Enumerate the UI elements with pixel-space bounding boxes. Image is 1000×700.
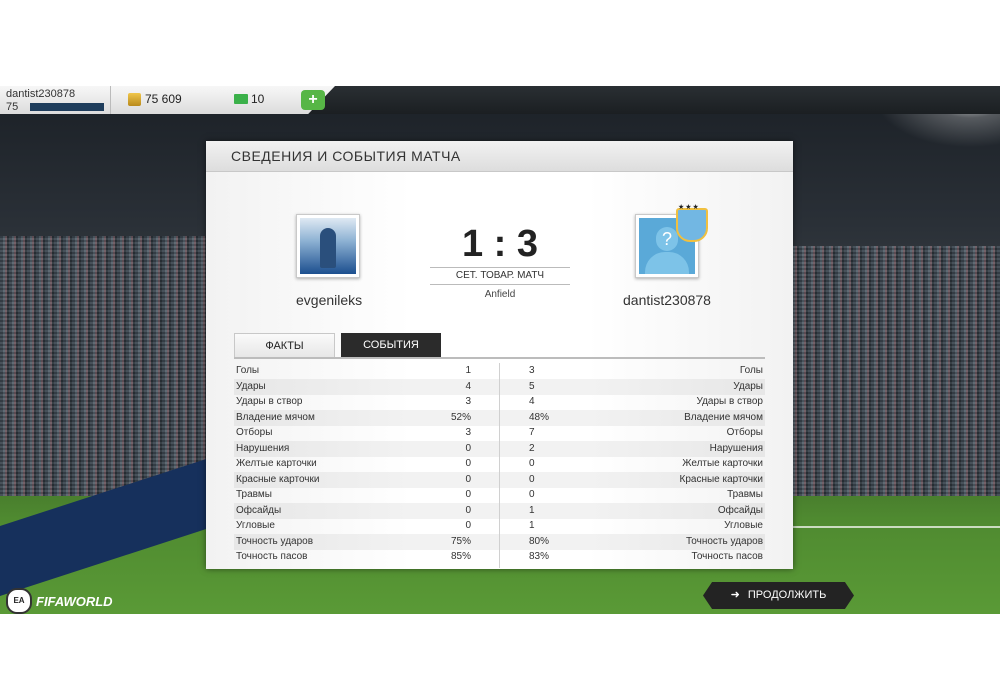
stat-value-home: 3: [465, 396, 471, 407]
stat-value-away: 83%: [529, 551, 550, 562]
xp-bar: [30, 103, 104, 111]
coins-value: 75 609: [145, 92, 182, 106]
stat-value-home: 0: [465, 473, 471, 485]
arrow-right-icon: ➜: [730, 589, 740, 601]
stat-value-away: 2: [529, 442, 535, 454]
stat-label-left: Желтые карточки: [236, 458, 317, 469]
stat-value-home: 0: [465, 504, 471, 516]
stat-label-left: Офсайды: [236, 504, 282, 516]
coins-balance: 75 609: [128, 92, 182, 106]
panel-title: СВЕДЕНИЯ И СОБЫТИЯ МАТЧА: [231, 148, 461, 164]
match-type: СЕТ. ТОВАР. МАТЧ: [430, 267, 570, 285]
stat-value-away: 1: [529, 504, 535, 516]
stat-label-right: Желтые карточки: [682, 458, 763, 469]
stat-label-right: Красные карточки: [679, 473, 763, 485]
points-value: 10: [251, 92, 265, 106]
user-info[interactable]: dantist230878 75: [0, 86, 111, 114]
tab-events[interactable]: СОБЫТИЯ: [341, 333, 441, 357]
stat-label-left: Точность ударов: [236, 535, 314, 547]
stat-label-left: Удары: [236, 380, 266, 392]
continue-label: ПРОДОЛЖИТЬ: [747, 589, 827, 601]
stadium-name: Anfield: [484, 289, 516, 300]
home-avatar-image: [300, 218, 356, 274]
stat-value-home: 4: [465, 380, 471, 392]
stat-label-left: Нарушения: [236, 442, 290, 454]
tab-underline: [234, 357, 765, 359]
user-level: 75: [6, 101, 19, 113]
club-crest-icon: [676, 208, 708, 242]
stat-value-home: 0: [465, 520, 471, 531]
player-figure: [320, 228, 336, 268]
stat-label-right: Угловые: [724, 520, 763, 531]
stat-value-away: 1: [529, 520, 535, 531]
stat-value-home: 52%: [450, 411, 471, 423]
stat-value-away: 80%: [529, 535, 550, 547]
home-player-name: evgenileks: [296, 292, 363, 308]
stats-divider: [499, 363, 500, 568]
stat-label-left: Голы: [236, 365, 260, 376]
panel-header: СВЕДЕНИЯ И СОБЫТИЯ МАТЧА: [206, 141, 793, 172]
stat-label-right: Травмы: [727, 489, 763, 500]
stat-label-left: Удары в створ: [236, 396, 303, 407]
stat-value-away: 48%: [529, 411, 550, 423]
stat-label-right: Удары в створ: [696, 396, 764, 407]
stat-label-right: Нарушения: [709, 442, 763, 454]
stat-label-right: Точность пасов: [691, 551, 764, 562]
crowd-stand-right: [790, 246, 1000, 496]
stat-value-away: 0: [529, 458, 535, 469]
stat-label-right: Владение мячом: [684, 411, 763, 423]
stat-value-home: 1: [465, 365, 471, 376]
ea-sports-icon: EA: [6, 588, 32, 614]
stat-value-away: 0: [529, 473, 535, 485]
stat-value-away: 3: [529, 365, 535, 376]
continue-button[interactable]: ➜ ПРОДОЛЖИТЬ: [703, 582, 854, 609]
stat-label-left: Владение мячом: [236, 411, 315, 423]
stat-value-home: 0: [465, 442, 471, 454]
away-player-name: dantist230878: [623, 292, 711, 308]
stat-value-home: 85%: [450, 551, 471, 562]
stat-value-away: 5: [529, 380, 535, 392]
coin-icon: [128, 92, 141, 106]
stat-value-home: 0: [465, 489, 471, 500]
stat-value-away: 4: [529, 396, 535, 407]
pitch-line: [780, 526, 1000, 528]
stat-label-left: Отборы: [236, 427, 273, 438]
brand-text: FIFAWORLD: [36, 593, 113, 609]
stat-value-home: 3: [465, 427, 471, 438]
add-points-button[interactable]: +: [301, 90, 325, 110]
stat-value-away: 7: [529, 427, 535, 438]
home-avatar: [296, 214, 360, 278]
stat-label-left: Красные карточки: [236, 473, 320, 485]
stat-value-home: 75%: [450, 535, 471, 547]
tab-facts[interactable]: ФАКТЫ: [234, 333, 335, 358]
match-score: 1 : 3: [461, 223, 539, 265]
stat-label-right: Точность ударов: [685, 535, 763, 547]
fifa-world-logo: EA FIFAWORLD: [6, 588, 113, 614]
stat-label-right: Офсайды: [717, 504, 763, 516]
unknown-user-icon: ?: [656, 227, 678, 251]
silhouette-body: [645, 252, 689, 274]
stat-value-home: 0: [465, 458, 471, 469]
username: dantist230878: [6, 88, 76, 100]
stat-label-right: Удары: [733, 380, 763, 392]
stat-label-right: Голы: [739, 365, 763, 376]
stat-label-left: Точность пасов: [236, 551, 308, 562]
crowd-stand-left: [0, 236, 220, 496]
points-icon: [234, 94, 248, 104]
crest-stars-icon: ★★★: [678, 204, 700, 211]
stat-label-left: Угловые: [236, 520, 275, 531]
stat-label-right: Отборы: [726, 427, 763, 438]
points-balance: 10: [234, 92, 264, 106]
stat-label-left: Травмы: [236, 489, 272, 500]
stat-value-away: 0: [529, 489, 535, 500]
